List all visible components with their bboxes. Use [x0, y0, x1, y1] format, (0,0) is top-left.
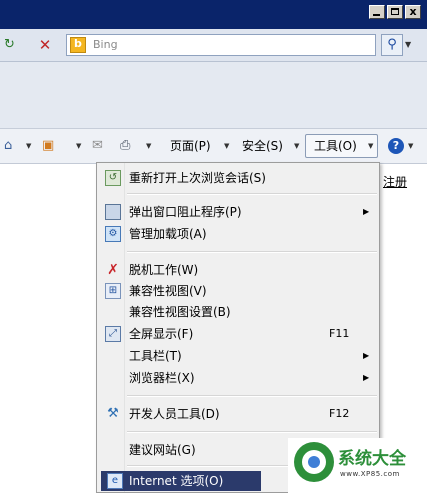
title-bar: x	[0, 0, 427, 29]
search-placeholder: Bing	[93, 38, 118, 51]
menu-item-compat-view-settings[interactable]: 兼容性视图设置(B)	[97, 302, 379, 322]
menu-item-fullscreen[interactable]: ⤢ 全屏显示(F) F11	[97, 324, 379, 344]
menu-separator	[127, 395, 377, 397]
reopen-session-icon: ↺	[105, 170, 121, 186]
safety-chevron-down-icon: ▼	[294, 142, 300, 150]
submenu-arrow-icon: ▶	[363, 373, 370, 382]
watermark-logo-icon	[294, 442, 334, 482]
menu-item-explorer-bars[interactable]: 浏览器栏(X) ▶	[97, 368, 379, 388]
tools-menu-label: 工具(O)	[314, 139, 357, 153]
submenu-arrow-icon: ▶	[363, 207, 370, 216]
safety-menu-button[interactable]: 安全(S)	[242, 137, 283, 155]
menu-item-label: 兼容性视图设置(B)	[129, 305, 231, 319]
menu-separator	[127, 431, 377, 433]
menu-item-label: 弹出窗口阻止程序(P)	[129, 205, 242, 219]
work-offline-icon: ✗	[107, 262, 119, 278]
menu-item-compat-view[interactable]: ⊞ 兼容性视图(V)	[97, 281, 379, 301]
manage-addons-icon: ⚙	[105, 226, 121, 242]
search-options-chevron-icon[interactable]: ▼	[405, 34, 419, 56]
menu-item-label: 脱机工作(W)	[129, 263, 199, 277]
menu-item-label: 浏览器栏(X)	[129, 371, 195, 385]
page-menu-button[interactable]: 页面(P)	[170, 137, 211, 155]
menu-item-label: 重新打开上次浏览会话(S)	[129, 171, 266, 185]
refresh-icon[interactable]: ↻	[4, 37, 26, 53]
menu-item-work-offline[interactable]: ✗ 脱机工作(W)	[97, 260, 379, 280]
menu-item-developer-tools[interactable]: ⚒ 开发人员工具(D) F12	[97, 404, 379, 424]
watermark-logo: 系统大全 www.XP85.com	[288, 438, 427, 493]
page-chevron-down-icon: ▼	[224, 142, 230, 150]
menu-item-label: 全屏显示(F)	[129, 327, 194, 341]
search-input[interactable]: Bing	[66, 34, 376, 56]
shortcut-label: F11	[329, 327, 350, 340]
home-icon[interactable]: ⌂	[4, 138, 12, 154]
fullscreen-icon: ⤢	[105, 326, 121, 342]
bing-icon	[70, 37, 86, 53]
menu-item-toolbars[interactable]: 工具栏(T) ▶	[97, 346, 379, 366]
compat-view-icon: ⊞	[105, 283, 121, 299]
favorites-bar	[0, 62, 427, 129]
feeds-chevron-down-icon[interactable]: ▼	[76, 142, 81, 150]
popup-blocker-icon	[105, 204, 121, 220]
stop-icon[interactable]: ✕	[36, 36, 54, 54]
help-icon[interactable]: ?	[388, 138, 404, 154]
print-chevron-down-icon[interactable]: ▼	[146, 142, 151, 150]
menu-item-label: 管理加载项(A)	[129, 227, 207, 241]
print-icon[interactable]: ⎙	[120, 138, 130, 154]
feeds-icon[interactable]: ▣	[42, 138, 54, 154]
window-controls: x	[369, 5, 421, 19]
search-icon: ⚲	[387, 37, 397, 52]
internet-options-icon: e	[107, 473, 123, 489]
menu-item-label: 开发人员工具(D)	[129, 407, 220, 421]
register-link[interactable]: 注册	[383, 173, 407, 190]
menu-item-internet-options[interactable]: e Internet 选项(O)	[101, 471, 261, 491]
menu-item-manage-addons[interactable]: ⚙ 管理加载项(A)	[97, 224, 379, 244]
close-button[interactable]: x	[405, 5, 421, 19]
menu-item-popup-blocker[interactable]: 弹出窗口阻止程序(P) ▶	[97, 202, 379, 222]
submenu-arrow-icon: ▶	[363, 351, 370, 360]
menu-item-label: 建议网站(G)	[129, 443, 196, 457]
watermark-title: 系统大全	[338, 449, 406, 469]
menu-item-label: Internet 选项(O)	[129, 474, 224, 488]
menu-item-reopen-session[interactable]: ↺ 重新打开上次浏览会话(S)	[97, 168, 379, 188]
read-mail-icon[interactable]: ✉	[92, 138, 103, 154]
tools-chevron-down-icon: ▼	[368, 142, 374, 150]
menu-separator	[127, 193, 377, 195]
watermark-url: www.XP85.com	[340, 470, 400, 478]
menu-separator	[127, 251, 377, 253]
navigation-bar: ↻ ✕ Bing ⚲ ▼	[0, 29, 427, 62]
menu-item-label: 工具栏(T)	[129, 349, 182, 363]
command-bar: ⌂ ▼ ▣ ▼ ✉ ⎙ ▼ 页面(P) ▼ 安全(S) ▼ 工具(O) ▼ ? …	[0, 129, 427, 164]
home-chevron-down-icon[interactable]: ▼	[26, 142, 31, 150]
search-button[interactable]: ⚲	[381, 34, 403, 56]
developer-tools-icon: ⚒	[107, 406, 119, 421]
tools-menu-button[interactable]: 工具(O) ▼	[305, 134, 378, 158]
shortcut-label: F12	[329, 407, 350, 420]
minimize-button[interactable]	[369, 5, 385, 19]
maximize-button[interactable]	[387, 5, 403, 19]
menu-item-label: 兼容性视图(V)	[129, 284, 207, 298]
help-chevron-down-icon[interactable]: ▼	[408, 142, 413, 150]
